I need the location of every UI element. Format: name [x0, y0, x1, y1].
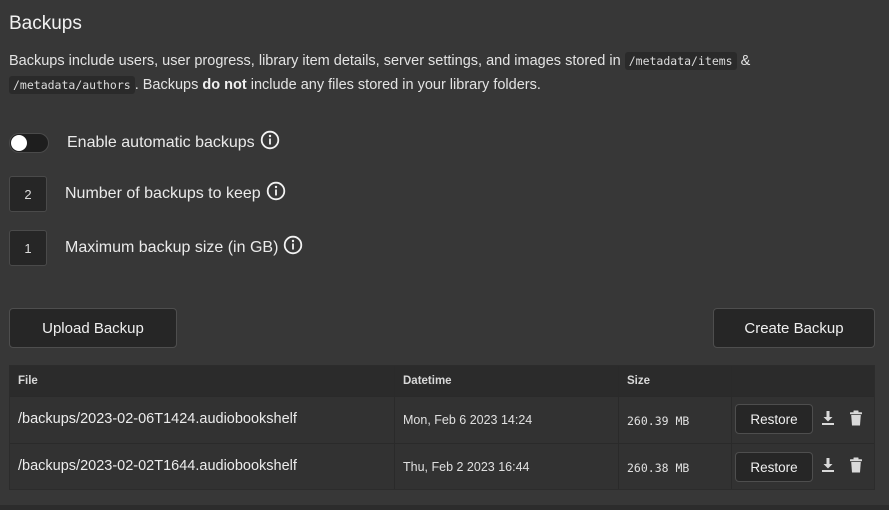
- backups-table: File Datetime Size /backups/2023-02-06T1…: [9, 365, 875, 490]
- download-icon[interactable]: [819, 409, 837, 427]
- column-divider: [731, 366, 732, 489]
- max-size-input[interactable]: 1: [9, 230, 47, 266]
- info-circle-icon[interactable]: [266, 181, 286, 201]
- metadata-items-path: /metadata/items: [624, 52, 737, 70]
- description-text-3: . Backups: [134, 77, 203, 93]
- row-divider: [10, 396, 874, 397]
- description-text-1: Backups include users, user progress, li…: [9, 53, 625, 69]
- description-emphasis: do not: [202, 77, 247, 93]
- toggle-knob: [11, 135, 27, 151]
- backup-size: 260.39 MB: [627, 414, 690, 428]
- header-size: Size: [627, 375, 651, 387]
- keep-count-label: Number of backups to keep: [65, 185, 261, 202]
- keep-count-input[interactable]: 2: [9, 176, 47, 212]
- backup-datetime: Mon, Feb 6 2023 14:24: [403, 413, 533, 427]
- info-circle-icon[interactable]: [260, 130, 280, 150]
- bottom-divider: [0, 505, 889, 510]
- backup-size: 260.38 MB: [627, 461, 690, 475]
- backup-datetime: Thu, Feb 2 2023 16:44: [403, 460, 530, 474]
- max-size-setting: 1 Maximum backup size (in GB): [9, 230, 303, 266]
- column-divider: [618, 366, 619, 489]
- page-title: Backups: [9, 13, 82, 34]
- max-size-label: Maximum backup size (in GB): [65, 239, 279, 256]
- row-divider: [10, 443, 874, 444]
- restore-button[interactable]: Restore: [735, 452, 813, 482]
- auto-backup-setting: Enable automatic backups: [9, 130, 280, 153]
- auto-backup-label: Enable automatic backups: [67, 134, 255, 151]
- backups-description: Backups include users, user progress, li…: [9, 49, 869, 97]
- description-text-2: &: [736, 53, 751, 69]
- info-circle-icon[interactable]: [283, 235, 303, 255]
- restore-button[interactable]: Restore: [735, 404, 813, 434]
- backup-file-path: /backups/2023-02-02T1644.audiobookshelf: [18, 458, 297, 474]
- download-icon[interactable]: [819, 456, 837, 474]
- create-backup-button[interactable]: Create Backup: [713, 308, 875, 348]
- backup-file-path: /backups/2023-02-06T1424.audiobookshelf: [18, 411, 297, 427]
- keep-count-setting: 2 Number of backups to keep: [9, 176, 286, 212]
- metadata-authors-path: /metadata/authors: [9, 76, 135, 94]
- auto-backup-toggle[interactable]: [9, 133, 49, 153]
- header-datetime: Datetime: [403, 375, 452, 387]
- trash-icon[interactable]: [847, 409, 865, 427]
- trash-icon[interactable]: [847, 456, 865, 474]
- upload-backup-button[interactable]: Upload Backup: [9, 308, 177, 348]
- column-divider: [394, 366, 395, 489]
- description-text-4: include any files stored in your library…: [246, 77, 541, 93]
- header-file: File: [18, 375, 38, 387]
- table-header: File Datetime Size: [10, 366, 874, 396]
